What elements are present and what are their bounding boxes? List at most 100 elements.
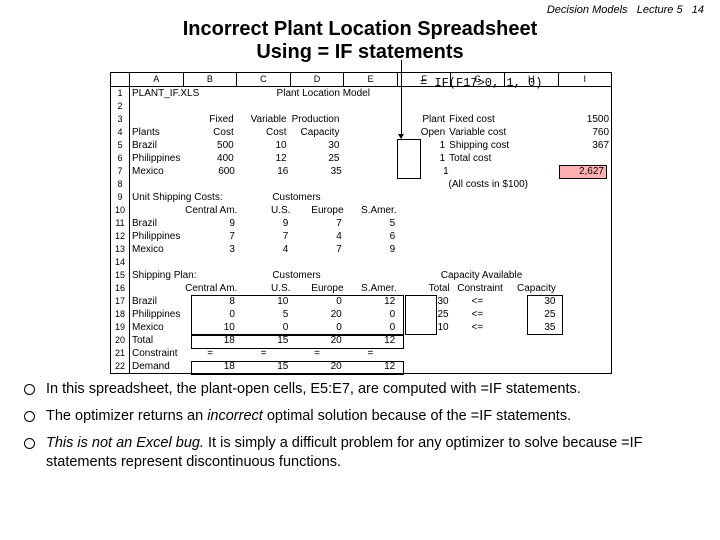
cell-B13: 3 xyxy=(183,243,236,256)
cell-C10: U.S. xyxy=(239,204,292,217)
col-G: G xyxy=(451,73,505,86)
cell-D11: 7 xyxy=(290,217,343,230)
cell-A7: Mexico xyxy=(130,165,183,178)
row-20: 20Total18152012 xyxy=(111,334,611,347)
cell-B20: 18 xyxy=(183,334,236,347)
cell-A5: Brazil xyxy=(130,139,183,152)
cell-F3: Plant xyxy=(394,113,447,126)
cell-B11: 9 xyxy=(183,217,236,230)
column-header-row: A B C D E F G H I xyxy=(111,73,611,87)
cell-G10 xyxy=(452,204,505,217)
col-A: A xyxy=(130,73,184,86)
cell-B21: = xyxy=(183,347,236,360)
cell-A4: Plants xyxy=(130,126,183,139)
cell-H9 xyxy=(507,191,559,204)
row-header-20: 20 xyxy=(111,334,130,347)
cell-D4: Capacity xyxy=(289,126,342,139)
row-header-12: 12 xyxy=(111,230,130,243)
row-header-1: 1 xyxy=(111,87,130,100)
cell-B4: Cost xyxy=(183,126,236,139)
cell-C12: 7 xyxy=(237,230,290,243)
cell-B5: 500 xyxy=(183,139,236,152)
cell-G22 xyxy=(451,360,504,373)
cell-I17 xyxy=(558,295,611,308)
cell-E15 xyxy=(352,269,399,282)
row-header-6: 6 xyxy=(111,152,130,165)
cell-C14 xyxy=(237,256,290,269)
cell-G2 xyxy=(451,100,504,113)
row-header-16: 16 xyxy=(111,282,130,295)
title-line-1: Incorrect Plant Location Spreadsheet xyxy=(0,18,720,41)
cell-C3: Variable xyxy=(236,113,289,126)
lecture: Lecture 5 xyxy=(637,4,683,16)
row-header-4: 4 xyxy=(111,126,130,139)
page-number: 14 xyxy=(692,4,704,16)
cell-D21: = xyxy=(290,347,343,360)
cell-D8 xyxy=(288,178,341,191)
col-D: D xyxy=(291,73,345,86)
cell-D20: 20 xyxy=(290,334,343,347)
cell-B12: 7 xyxy=(183,230,236,243)
cell-G12 xyxy=(451,230,504,243)
cell-I2 xyxy=(558,100,611,113)
row-7: 7Mexico60016351 xyxy=(111,165,611,178)
slide-title: Incorrect Plant Location Spreadsheet Usi… xyxy=(0,18,720,64)
cell-C21: = xyxy=(237,347,290,360)
cell-I16 xyxy=(558,282,611,295)
cell-I4: 760 xyxy=(558,126,611,139)
cell-C22: 15 xyxy=(237,360,290,373)
cell-A21: Constraint xyxy=(130,347,183,360)
cell-B3: Fixed xyxy=(183,113,236,126)
cell-A15: Shipping Plan: xyxy=(130,269,241,282)
row-header-9: 9 xyxy=(111,191,130,204)
cell-E18: 0 xyxy=(344,308,397,321)
cell-B16: Central Am. xyxy=(183,282,239,295)
row-header-18: 18 xyxy=(111,308,130,321)
cell-D13: 7 xyxy=(290,243,343,256)
cell-A19: Mexico xyxy=(130,321,183,334)
cell-A18: Philippines xyxy=(130,308,183,321)
row-header-19: 19 xyxy=(111,321,130,334)
cell-D6: 25 xyxy=(289,152,342,165)
bullet-3: This is not an Excel bug. It is simply a… xyxy=(24,434,700,472)
cell-E20: 12 xyxy=(344,334,397,347)
course: Decision Models xyxy=(547,4,628,16)
cell-I20 xyxy=(558,334,611,347)
cell-E10: S.Amer. xyxy=(346,204,399,217)
cell-A6: Philippines xyxy=(130,152,183,165)
cell-F10 xyxy=(399,204,452,217)
cell-F2 xyxy=(397,100,450,113)
cell-A11: Brazil xyxy=(130,217,183,230)
row-header-21: 21 xyxy=(111,347,130,360)
cell-F5: 1 xyxy=(394,139,447,152)
cell-A16 xyxy=(130,282,183,295)
cell-H1 xyxy=(508,87,559,100)
row-18: 18Philippines0520025<=25 xyxy=(111,308,611,321)
cell-E16: S.Amer. xyxy=(346,282,399,295)
cell-A14 xyxy=(130,256,183,269)
cell-I1 xyxy=(560,87,611,100)
cell-C1: Plant Location Model xyxy=(241,87,406,100)
cell-C4: Cost xyxy=(236,126,289,139)
row-header-7: 7 xyxy=(111,165,130,178)
cell-G14 xyxy=(451,256,504,269)
cell-D14 xyxy=(290,256,343,269)
cell-H17: 30 xyxy=(504,295,557,308)
bullet-2: The optimizer returns an incorrect optim… xyxy=(24,407,700,426)
cell-H21 xyxy=(504,347,557,360)
cell-G6: Total cost xyxy=(447,152,558,165)
cell-A8 xyxy=(130,178,183,191)
cell-E17: 12 xyxy=(344,295,397,308)
row-header-14: 14 xyxy=(111,256,130,269)
cell-I10 xyxy=(558,204,611,217)
cell-B19: 10 xyxy=(183,321,236,334)
row-header-15: 15 xyxy=(111,269,130,282)
cell-F21 xyxy=(397,347,450,360)
cell-A12: Philippines xyxy=(130,230,183,243)
cell-B14 xyxy=(183,256,236,269)
col-H: H xyxy=(505,73,559,86)
bullet-1: In this spreadsheet, the plant-open cell… xyxy=(24,380,700,399)
cell-D2 xyxy=(290,100,343,113)
cell-C18: 5 xyxy=(237,308,290,321)
cell-F20 xyxy=(397,334,450,347)
